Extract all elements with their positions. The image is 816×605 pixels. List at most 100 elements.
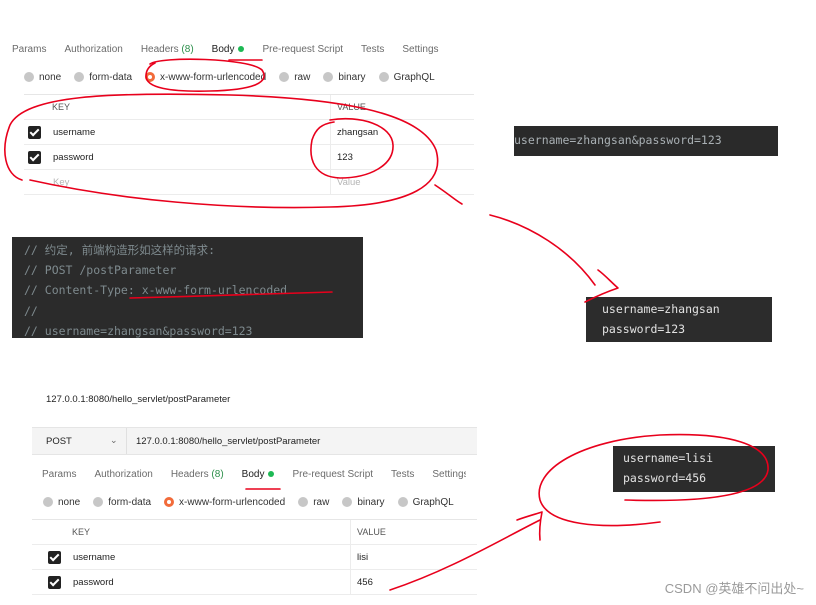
tab-settings[interactable]: Settings xyxy=(432,469,466,480)
code-comment-block: // 约定, 前端构造形如这样的请求: // POST /postParamet… xyxy=(12,237,363,338)
row-value[interactable]: lisi xyxy=(357,552,368,563)
checkbox-checked-icon[interactable] xyxy=(28,126,41,139)
row-key[interactable]: username xyxy=(53,127,95,138)
value-header: VALUE xyxy=(357,527,386,537)
table-row: password 123 xyxy=(24,145,474,170)
row-value[interactable]: zhangsan xyxy=(337,127,378,138)
column-divider xyxy=(330,120,331,144)
radio-none[interactable]: none xyxy=(43,497,80,508)
column-divider xyxy=(350,545,351,569)
code-line: // Content-Type: x-www-form-urlencoded xyxy=(24,283,288,297)
radio-binary[interactable]: binary xyxy=(342,496,385,508)
terminal-line: username=zhangsan&password=123 xyxy=(514,133,722,147)
column-divider xyxy=(350,520,351,544)
radio-label: none xyxy=(58,496,81,508)
request-tabs: Params Authorization Headers (8) Body Pr… xyxy=(12,38,457,60)
radio-label: none xyxy=(39,71,62,83)
radio-form-data[interactable]: form-data xyxy=(93,497,151,508)
request-tabs: Params Authorization Headers (8) Body Pr… xyxy=(42,463,466,485)
body-type-radios: none form-data x-www-form-urlencoded raw… xyxy=(43,493,467,511)
radio-label: GraphQL xyxy=(412,496,454,508)
radio-none[interactable]: none xyxy=(24,72,61,83)
table-row: username zhangsan xyxy=(24,120,474,145)
radio-circle-icon xyxy=(43,497,53,507)
radio-form-data[interactable]: form-data xyxy=(74,72,132,83)
code-line: // 约定, 前端构造形如这样的请求: xyxy=(24,243,216,257)
radio-label: x-www-form-urlencoded xyxy=(160,71,267,83)
radio-circle-icon xyxy=(24,72,34,82)
annotation-arrowhead xyxy=(516,511,543,541)
radio-x-www-form-urlencoded[interactable]: x-www-form-urlencoded xyxy=(145,72,266,83)
radio-raw[interactable]: raw xyxy=(298,497,329,508)
checkbox-checked-icon[interactable] xyxy=(28,151,41,164)
tab-headers-label: Headers xyxy=(140,43,179,55)
method-select[interactable]: POST ⌄ xyxy=(32,428,127,454)
tab-tests[interactable]: Tests xyxy=(361,44,384,55)
radio-circle-icon xyxy=(323,72,334,82)
tab-params[interactable]: Params xyxy=(42,469,76,480)
tab-authorization[interactable]: Authorization xyxy=(64,44,122,55)
radio-label: binary xyxy=(357,496,385,508)
tab-headers[interactable]: Headers (8) xyxy=(141,44,194,55)
checkbox-checked-icon[interactable] xyxy=(48,551,61,564)
url-input[interactable]: 127.0.0.1:8080/hello_servlet/postParamet… xyxy=(136,436,320,447)
radio-label: form-data xyxy=(108,496,152,508)
radio-circle-icon xyxy=(397,497,408,507)
tab-params[interactable]: Params xyxy=(12,44,46,55)
row-key[interactable]: username xyxy=(73,552,115,563)
key-header: KEY xyxy=(72,527,91,537)
row-value[interactable]: 123 xyxy=(337,152,353,163)
radio-x-www-form-urlencoded[interactable]: x-www-form-urlencoded xyxy=(164,497,285,508)
row-key[interactable]: password xyxy=(53,152,94,163)
params-table: KEY VALUE username zhangsan password 123… xyxy=(24,94,474,195)
table-row-placeholder: Key Value xyxy=(24,170,474,195)
column-divider xyxy=(330,95,331,119)
radio-label: form-data xyxy=(89,71,133,83)
radio-label: raw xyxy=(294,71,311,83)
radio-circle-icon xyxy=(93,497,104,507)
radio-selected-icon xyxy=(164,497,175,507)
radio-circle-icon xyxy=(342,497,353,507)
code-line: // username=zhangsan&password=123 xyxy=(24,324,253,338)
tab-body[interactable]: Body xyxy=(242,469,275,480)
table-row: password 456 xyxy=(32,570,477,595)
tab-authorization[interactable]: Authorization xyxy=(94,469,152,480)
body-type-radios: none form-data x-www-form-urlencoded raw… xyxy=(24,68,448,86)
tab-pre-request-script[interactable]: Pre-request Script xyxy=(262,44,343,55)
tab-headers[interactable]: Headers (8) xyxy=(171,469,224,480)
radio-raw[interactable]: raw xyxy=(279,72,310,83)
tab-tests[interactable]: Tests xyxy=(391,469,414,480)
csdn-watermark: CSDN @英雄不问出处~ xyxy=(664,581,804,596)
radio-graphql[interactable]: GraphQL xyxy=(397,496,454,508)
radio-graphql[interactable]: GraphQL xyxy=(378,72,435,83)
tab-pre-request-script[interactable]: Pre-request Script xyxy=(292,469,373,480)
checkbox-checked-icon[interactable] xyxy=(48,576,61,589)
active-dot-icon xyxy=(238,45,245,52)
url-bar: POST ⌄ 127.0.0.1:8080/hello_servlet/post… xyxy=(32,427,477,455)
tab-body[interactable]: Body xyxy=(212,44,245,55)
radio-binary[interactable]: binary xyxy=(323,71,366,83)
tab-headers-label: Headers xyxy=(170,468,209,480)
postman-panel-bottom: 127.0.0.1:8080/hello_servlet/postParamet… xyxy=(32,385,477,605)
table-header-row: KEY VALUE xyxy=(32,520,477,545)
tab-settings[interactable]: Settings xyxy=(402,44,438,55)
radio-label: x-www-form-urlencoded xyxy=(179,496,286,508)
radio-circle-icon xyxy=(298,497,309,507)
key-placeholder[interactable]: Key xyxy=(53,177,69,188)
radio-circle-icon xyxy=(74,72,85,82)
postman-panel-top: Params Authorization Headers (8) Body Pr… xyxy=(12,38,492,208)
column-divider xyxy=(330,145,331,169)
terminal-output-3: username=lisi password=456 xyxy=(613,446,775,492)
terminal-line: username=lisi xyxy=(623,451,714,465)
radio-label: binary xyxy=(338,71,366,83)
key-header: KEY xyxy=(52,102,71,112)
terminal-output-1: username=zhangsan&password=123 xyxy=(514,126,778,156)
code-line: // xyxy=(24,304,38,318)
value-placeholder[interactable]: Value xyxy=(337,177,361,188)
row-key[interactable]: password xyxy=(73,577,114,588)
row-value[interactable]: 456 xyxy=(357,577,373,588)
params-table: KEY VALUE username lisi password 456 xyxy=(32,519,477,595)
terminal-line: password=123 xyxy=(602,322,686,336)
method-label: POST xyxy=(46,436,72,447)
tab-body-label: Body xyxy=(211,43,235,55)
